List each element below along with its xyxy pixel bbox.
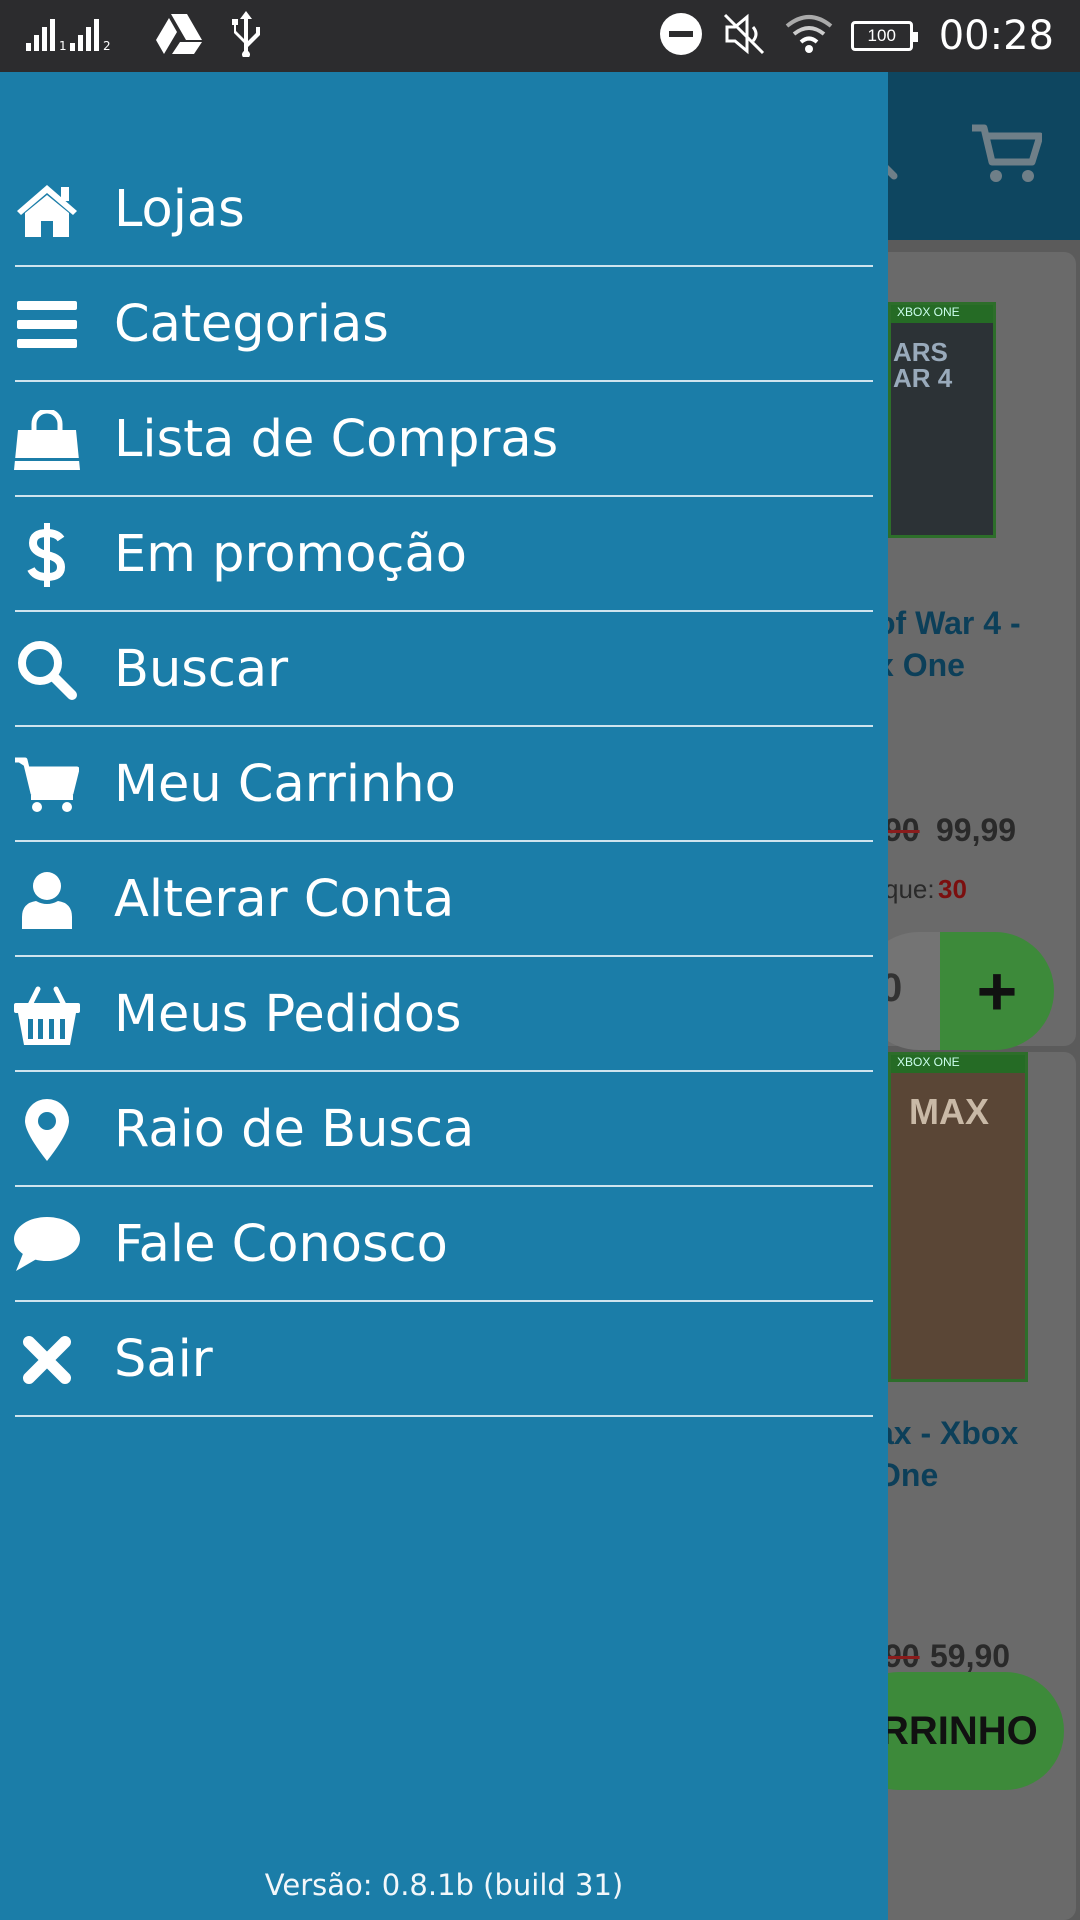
old-price: 90 bbox=[884, 812, 920, 848]
wifi-icon bbox=[785, 14, 833, 59]
menu-item-lojas[interactable]: Lojas bbox=[0, 152, 888, 267]
svg-text:1: 1 bbox=[59, 39, 67, 51]
battery-icon: 100 bbox=[850, 21, 918, 51]
menu-item-raio-de-busca[interactable]: Raio de Busca bbox=[0, 1072, 888, 1187]
product-title-line-2: x One bbox=[876, 647, 965, 683]
user-icon bbox=[14, 867, 80, 933]
search-icon bbox=[14, 637, 80, 703]
basket-icon bbox=[14, 982, 80, 1048]
shopping-bag-icon bbox=[14, 407, 80, 473]
product-cover: XBOX ONE MAX bbox=[888, 1052, 1028, 1382]
plus-icon: + bbox=[976, 952, 1018, 1030]
product-title: ax - Xbox One bbox=[876, 1412, 1076, 1496]
new-price: 99,99 bbox=[936, 812, 1017, 848]
new-price: 59,90 bbox=[930, 1638, 1011, 1674]
mute-icon bbox=[721, 11, 767, 62]
menu-item-meu-carrinho[interactable]: Meu Carrinho bbox=[0, 727, 888, 842]
home-icon bbox=[14, 177, 80, 243]
menu-label: Fale Conosco bbox=[114, 1215, 448, 1274]
svg-text:2: 2 bbox=[103, 39, 111, 51]
cover-band: XBOX ONE bbox=[891, 305, 993, 323]
status-bar: 1 2 100 00:28 bbox=[0, 0, 1080, 72]
signal-icon: 1 2 bbox=[26, 17, 130, 56]
battery-level: 100 bbox=[867, 26, 896, 45]
drive-icon bbox=[156, 13, 202, 59]
menu-item-buscar[interactable]: Buscar bbox=[0, 612, 888, 727]
cover-band: XBOX ONE bbox=[891, 1055, 1025, 1073]
menu-item-fale-conosco[interactable]: Fale Conosco bbox=[0, 1187, 888, 1302]
menu-label: Em promoção bbox=[114, 525, 467, 584]
product-card[interactable]: XBOX ONE ARS AR 4 of War 4 - x One 90 99… bbox=[860, 252, 1076, 1050]
chat-icon bbox=[14, 1212, 80, 1278]
product-title-line-1: ax - Xbox bbox=[876, 1415, 1019, 1451]
menu-label: Lista de Compras bbox=[114, 410, 559, 469]
map-pin-icon bbox=[14, 1097, 80, 1163]
close-icon bbox=[14, 1327, 80, 1393]
menu-label: Meu Carrinho bbox=[114, 755, 456, 814]
product-title-line-2: One bbox=[876, 1457, 939, 1493]
menu-item-categorias[interactable]: Categorias bbox=[0, 267, 888, 382]
menu-item-sair[interactable]: Sair bbox=[0, 1302, 888, 1417]
cart-button-label: RRINHO bbox=[880, 1708, 1038, 1753]
menu-item-lista-de-compras[interactable]: Lista de Compras bbox=[0, 382, 888, 497]
menu-lines-icon bbox=[14, 292, 80, 358]
cart-icon bbox=[14, 752, 80, 818]
cover-title: ARS AR 4 bbox=[893, 337, 953, 393]
dollar-icon bbox=[14, 522, 80, 588]
do-not-disturb-icon bbox=[659, 12, 703, 61]
menu-label: Lojas bbox=[114, 180, 245, 239]
menu-item-alterar-conta[interactable]: Alterar Conta bbox=[0, 842, 888, 957]
menu-label: Categorias bbox=[114, 295, 389, 354]
add-button[interactable]: + bbox=[940, 932, 1054, 1050]
version-text: Versão: 0.8.1b (build 31) bbox=[264, 1868, 624, 1902]
drawer-menu: Lojas Categorias Lista de Compras Em pro… bbox=[0, 152, 888, 1417]
menu-label: Alterar Conta bbox=[114, 870, 455, 929]
stock-value: 30 bbox=[938, 874, 967, 904]
stock-label: que: bbox=[884, 874, 935, 904]
usb-icon bbox=[228, 10, 264, 62]
navigation-drawer: Lojas Categorias Lista de Compras Em pro… bbox=[0, 72, 888, 1920]
menu-label: Buscar bbox=[114, 640, 289, 699]
product-cover: XBOX ONE ARS AR 4 bbox=[888, 302, 996, 538]
menu-label: Sair bbox=[114, 1330, 213, 1389]
product-title-line-1: of War 4 - bbox=[876, 605, 1021, 641]
menu-item-meus-pedidos[interactable]: Meus Pedidos bbox=[0, 957, 888, 1072]
clock: 00:28 bbox=[938, 13, 1054, 59]
cover-title: MAX bbox=[909, 1091, 989, 1132]
menu-label: Raio de Busca bbox=[114, 1100, 475, 1159]
menu-item-em-promocao[interactable]: Em promoção bbox=[0, 497, 888, 612]
old-price: 90 bbox=[884, 1638, 920, 1674]
product-title: of War 4 - x One bbox=[876, 602, 1076, 686]
menu-label: Meus Pedidos bbox=[114, 985, 462, 1044]
toolbar-cart-icon[interactable] bbox=[972, 124, 1044, 189]
